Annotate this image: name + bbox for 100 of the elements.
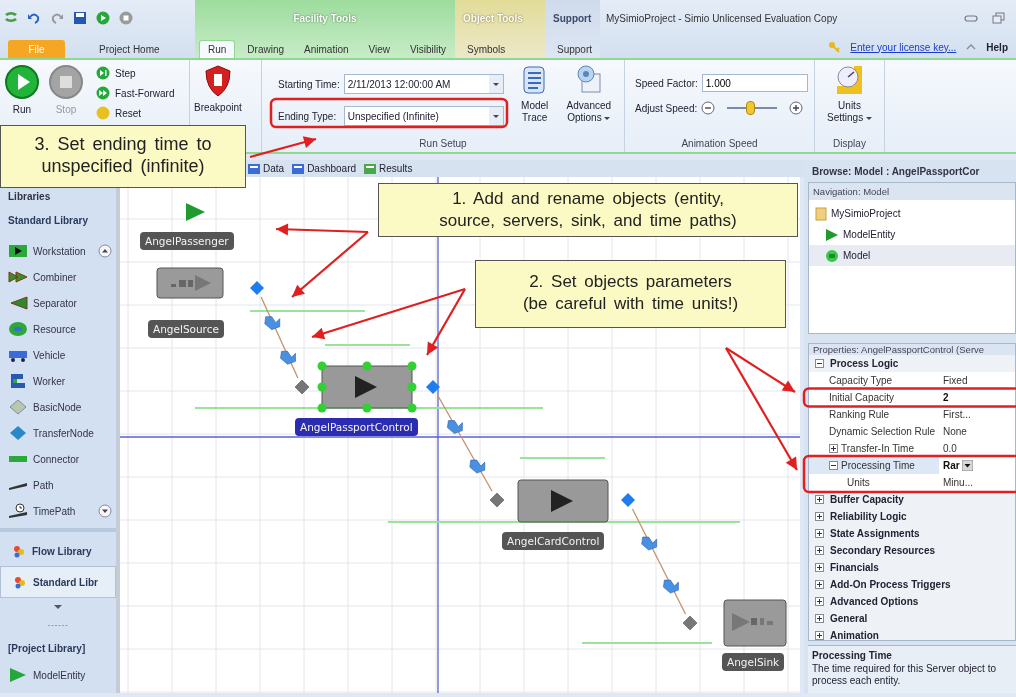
minimize-icon[interactable]: [964, 13, 978, 23]
property-name[interactable]: Transfer-In Time: [841, 443, 914, 454]
library-item[interactable]: TransferNode: [0, 420, 116, 446]
expand-toggle-icon[interactable]: [815, 512, 824, 521]
minus-icon[interactable]: [701, 101, 716, 115]
server-object[interactable]: [517, 479, 609, 523]
server-object[interactable]: [317, 361, 417, 413]
ribbon-tab[interactable]: Project Home: [91, 40, 168, 58]
stop-icon[interactable]: [119, 11, 133, 25]
help-button[interactable]: Help: [986, 41, 1008, 53]
property-value[interactable]: Minu...: [943, 477, 973, 488]
property-name[interactable]: Initial Capacity: [829, 392, 895, 403]
plus-icon[interactable]: [789, 101, 804, 115]
play-icon[interactable]: [96, 11, 110, 25]
property-value[interactable]: Fixed: [943, 375, 968, 386]
library-item[interactable]: Combiner: [0, 264, 116, 290]
library-item[interactable]: ModelEntity: [0, 662, 116, 688]
run-button[interactable]: Run: [4, 64, 40, 116]
model-trace-button[interactable]: Model Trace: [519, 64, 550, 124]
property-value[interactable]: None: [943, 426, 967, 437]
ending-type-dropdown[interactable]: Unspecified (Infinite): [343, 106, 504, 126]
output-node[interactable]: [250, 281, 264, 295]
property-value[interactable]: 2: [943, 392, 949, 403]
undo-icon[interactable]: [27, 11, 41, 25]
expand-toggle-icon[interactable]: [815, 359, 824, 368]
ribbon-tab[interactable]: View: [360, 40, 398, 58]
expand-toggle-icon[interactable]: [815, 614, 824, 623]
toolbar-button[interactable]: Step: [96, 66, 175, 80]
tree-item[interactable]: MySimioProject: [809, 203, 1015, 224]
entity-triangle[interactable]: [186, 203, 205, 221]
save-icon[interactable]: [73, 11, 87, 25]
expand-toggle-icon[interactable]: [829, 461, 838, 470]
object-label[interactable]: AngelSink: [722, 653, 785, 671]
library-item[interactable]: TimePath: [0, 498, 116, 524]
expand-toggle-icon[interactable]: [815, 597, 824, 606]
dashboard-tab[interactable]: Dashboard: [292, 163, 357, 174]
expand-toggle-icon[interactable]: [815, 631, 824, 640]
ribbon-tab[interactable]: Visibility: [402, 40, 454, 58]
dropdown-icon[interactable]: [961, 460, 973, 471]
library-item[interactable]: Separator: [0, 290, 116, 316]
time-path[interactable]: [631, 508, 687, 615]
tree-item[interactable]: Model: [809, 245, 1015, 266]
property-name[interactable]: Ranking Rule: [829, 409, 890, 420]
time-path[interactable]: [260, 296, 299, 379]
input-node[interactable]: [682, 615, 698, 631]
input-node[interactable]: [489, 492, 505, 508]
scroll-up-icon[interactable]: [98, 244, 112, 258]
library-item[interactable]: BasicNode: [0, 394, 116, 420]
property-name[interactable]: Dynamic Selection Rule: [829, 426, 936, 437]
library-button[interactable]: Standard Libr: [0, 566, 116, 598]
category-label: Add-On Process Triggers: [830, 579, 951, 590]
expand-toggle-icon[interactable]: [815, 546, 824, 555]
property-value[interactable]: 0.0: [943, 443, 957, 454]
property-name[interactable]: Units: [847, 477, 870, 488]
expand-toggle-icon[interactable]: [815, 563, 824, 572]
collapse-ribbon-icon[interactable]: [966, 43, 977, 51]
property-value[interactable]: Rar: [943, 460, 960, 471]
library-item[interactable]: Worker: [0, 368, 116, 394]
expand-toggle-icon[interactable]: [829, 444, 838, 453]
object-label[interactable]: AngelPassportControl: [295, 418, 418, 436]
source-object[interactable]: [156, 267, 224, 299]
restore-icon[interactable]: [992, 12, 1006, 24]
scroll-down-icon[interactable]: [98, 504, 112, 518]
tree-item[interactable]: ModelEntity: [809, 224, 1015, 245]
library-item[interactable]: Connector: [0, 446, 116, 472]
library-item[interactable]: Workstation: [0, 238, 116, 264]
object-label[interactable]: AngelCardControl: [502, 532, 605, 550]
object-label[interactable]: AngelPassenger: [140, 232, 234, 250]
data-tab[interactable]: Data: [248, 163, 285, 174]
slider-thumb[interactable]: [745, 101, 755, 115]
expand-toggle-icon[interactable]: [815, 580, 824, 589]
ribbon-tab[interactable]: Support: [549, 40, 601, 58]
chevron-down-icon[interactable]: [54, 604, 62, 610]
output-node[interactable]: [426, 380, 440, 394]
library-button[interactable]: Flow Library: [0, 536, 116, 566]
property-value[interactable]: First...: [943, 409, 971, 420]
library-item[interactable]: Resource: [0, 316, 116, 342]
output-node[interactable]: [621, 493, 635, 507]
library-item[interactable]: Vehicle: [0, 342, 116, 368]
expand-toggle-icon[interactable]: [815, 495, 824, 504]
input-node[interactable]: [294, 379, 310, 395]
starting-time-field[interactable]: 2/11/2013 12:00:00 AM: [343, 74, 504, 94]
speed-factor-field[interactable]: 1.000: [701, 74, 808, 92]
splitter-grip-icon[interactable]: [48, 623, 68, 627]
ribbon-tab[interactable]: Animation: [296, 40, 357, 58]
time-path[interactable]: [437, 395, 493, 492]
object-label[interactable]: AngelSource: [148, 320, 224, 338]
library-item[interactable]: Path: [0, 472, 116, 498]
ribbon-tab[interactable]: Symbols: [459, 40, 514, 58]
property-name[interactable]: Capacity Type: [829, 375, 893, 386]
expand-toggle-icon[interactable]: [815, 529, 824, 538]
advanced-options-button[interactable]: Advanced Options: [557, 64, 620, 124]
ribbon-tab[interactable]: Run: [199, 40, 236, 58]
toolbar-button[interactable]: Fast-Forward: [96, 86, 175, 100]
toolbar-button[interactable]: Reset: [96, 106, 175, 120]
ribbon-tab[interactable]: Drawing: [239, 40, 293, 58]
breakpoint-button[interactable]: Breakpoint: [194, 64, 242, 114]
units-settings-button[interactable]: Units Settings: [819, 64, 880, 124]
license-link[interactable]: Enter your license key...: [850, 41, 957, 53]
results-tab[interactable]: Results: [364, 163, 413, 174]
